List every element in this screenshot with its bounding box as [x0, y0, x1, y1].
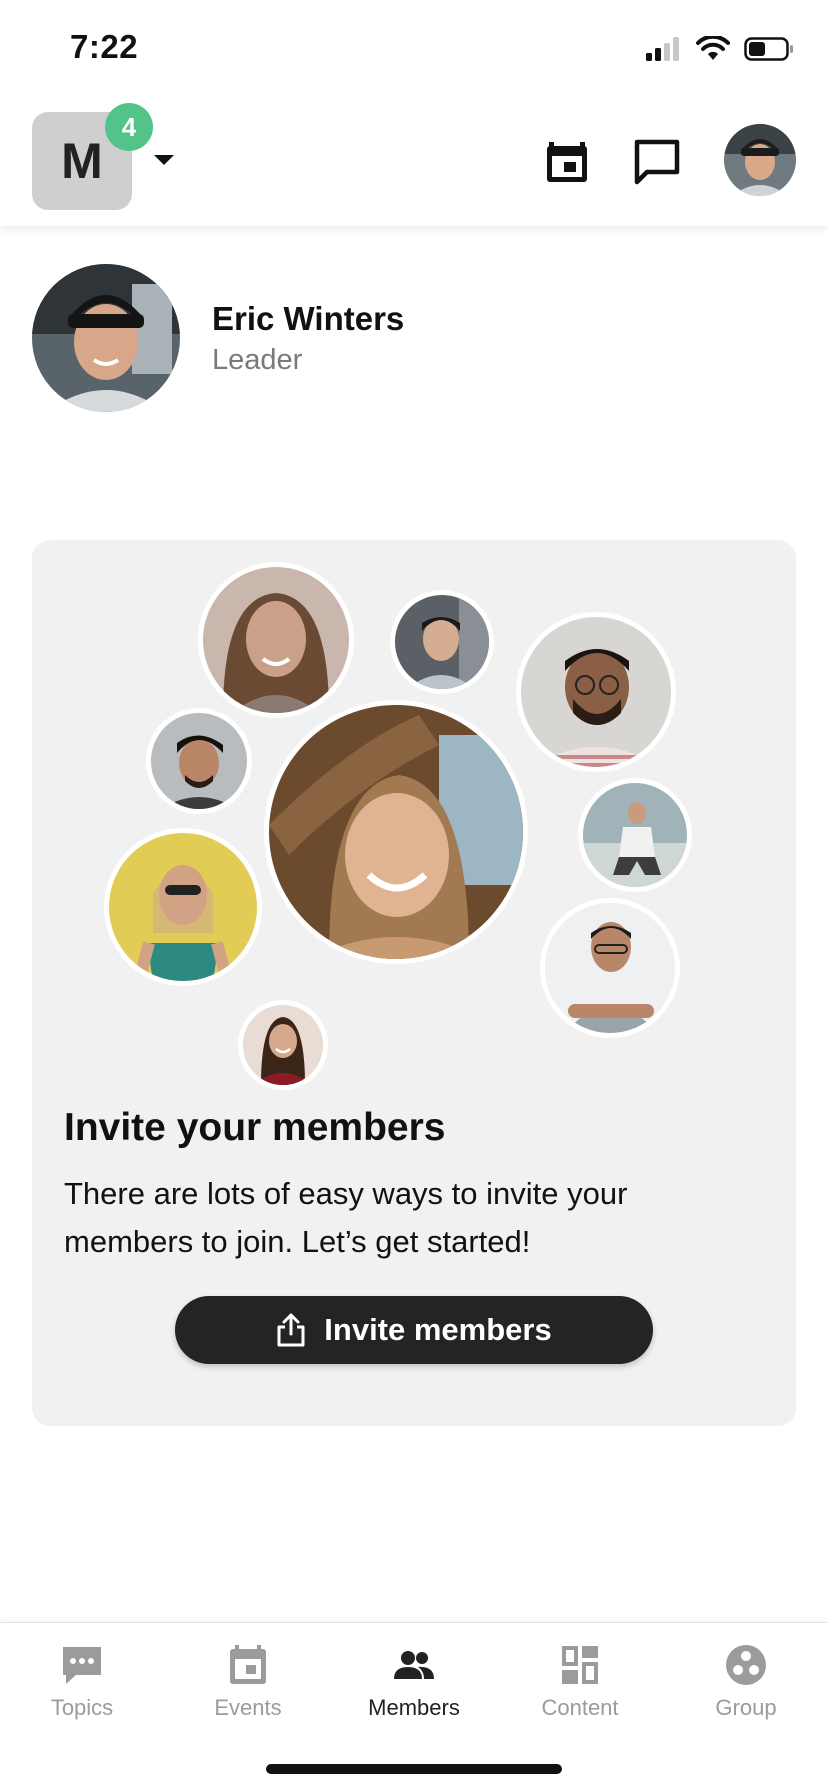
- share-icon: [277, 1313, 305, 1347]
- member-photo: [540, 898, 680, 1038]
- invite-card: Invite your members There are lots of ea…: [32, 540, 796, 1426]
- tab-label: Topics: [50, 1695, 114, 1720]
- tab-group[interactable]: Group: [676, 1643, 816, 1733]
- topics-icon: [63, 1647, 101, 1684]
- member-photo: [104, 828, 262, 986]
- status-bar: 7:22: [0, 0, 828, 100]
- content-icon: [562, 1646, 598, 1684]
- member-photo: [238, 1000, 328, 1090]
- notification-badge: 4: [105, 103, 153, 151]
- invite-button-label: Invite members: [324, 1312, 552, 1347]
- tab-label: Content: [541, 1695, 619, 1720]
- tab-content[interactable]: Content: [510, 1643, 650, 1733]
- invite-members-button[interactable]: Invite members: [175, 1296, 653, 1364]
- tab-label: Members: [368, 1695, 460, 1720]
- events-icon: [230, 1645, 266, 1684]
- invite-body: There are lots of easy ways to invite yo…: [64, 1176, 628, 1259]
- member-photo: [578, 778, 692, 892]
- tab-events[interactable]: Events: [178, 1643, 318, 1733]
- member-photo: [198, 562, 354, 718]
- app-header: M 4: [0, 100, 828, 226]
- tab-members[interactable]: Members: [344, 1643, 484, 1733]
- calendar-icon[interactable]: [542, 136, 592, 186]
- member-photo: [390, 590, 494, 694]
- invite-title: Invite your members: [64, 1106, 446, 1149]
- tab-topics[interactable]: Topics: [12, 1643, 152, 1733]
- wifi-icon: [696, 36, 730, 60]
- leader-avatar[interactable]: [32, 264, 180, 412]
- member-photo: [516, 612, 676, 772]
- chevron-down-icon[interactable]: [152, 152, 176, 168]
- profile-avatar[interactable]: [724, 124, 796, 196]
- tab-label: Group: [715, 1695, 777, 1720]
- home-indicator: [266, 1764, 562, 1774]
- members-icon: [394, 1651, 434, 1679]
- member-photo: [146, 708, 252, 814]
- chat-icon[interactable]: [632, 136, 682, 186]
- tab-label: Events: [214, 1695, 282, 1720]
- status-time: 7:22: [70, 28, 139, 65]
- status-icons: [646, 36, 794, 62]
- leader-role: Leader: [212, 344, 303, 376]
- cellular-signal-icon: [646, 37, 679, 61]
- battery-icon: [744, 37, 793, 61]
- group-icon: [726, 1645, 766, 1685]
- leader-name: Eric Winters: [212, 300, 405, 337]
- group-initial: M: [61, 133, 103, 189]
- member-photo-featured: [264, 700, 528, 964]
